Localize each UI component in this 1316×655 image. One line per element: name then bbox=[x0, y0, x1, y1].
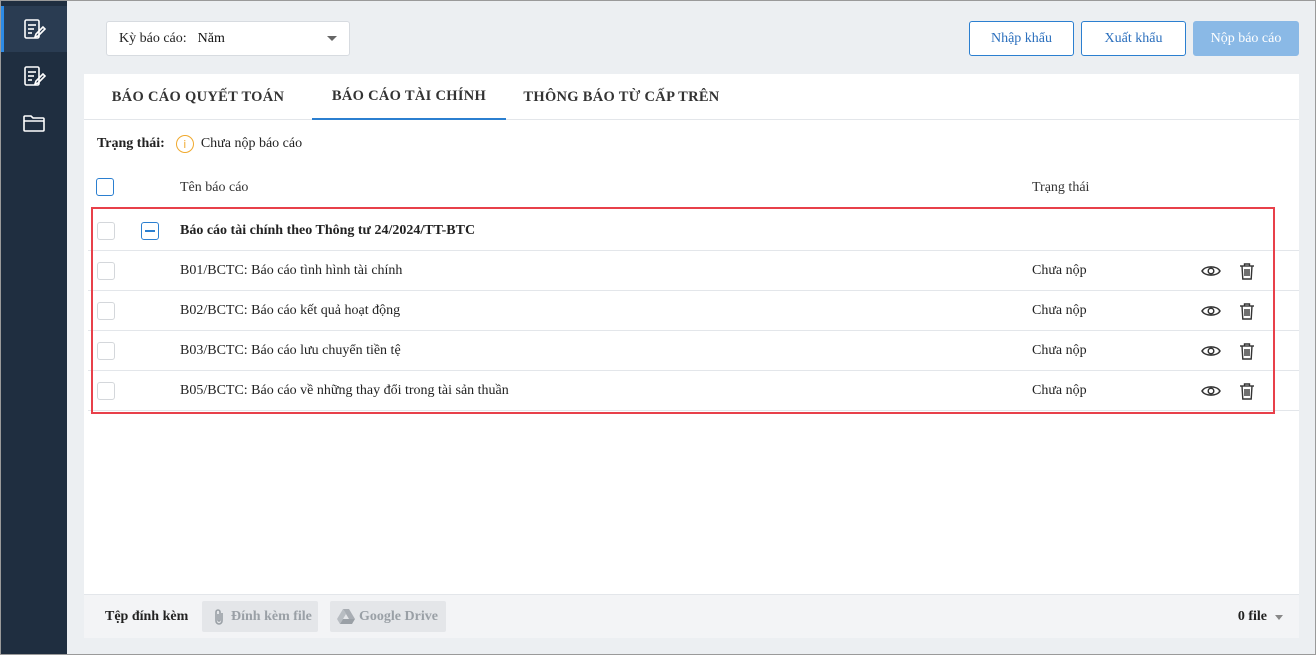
report-name: B02/BCTC: Báo cáo kết quả hoạt động bbox=[180, 303, 401, 318]
eye-icon[interactable] bbox=[1200, 341, 1222, 361]
status-summary: Trạng thái: i Chưa nộp báo cáo bbox=[97, 134, 302, 154]
column-header-name: Tên báo cáo bbox=[180, 180, 249, 195]
tab-settlement-reports[interactable]: BÁO CÁO QUYẾT TOÁN bbox=[93, 74, 303, 120]
google-drive-icon bbox=[337, 608, 355, 624]
report-status: Chưa nộp bbox=[1032, 343, 1087, 358]
collapse-group-button[interactable] bbox=[141, 222, 159, 240]
attachment-bar: Tệp đính kèm Đính kèm file Google Drive … bbox=[84, 594, 1299, 638]
google-drive-label: Google Drive bbox=[359, 608, 438, 624]
toolbar: Kỳ báo cáo: Năm Nhập khẩu Xuất khẩu Nộp … bbox=[67, 0, 1316, 74]
file-count-dropdown[interactable]: 0 file bbox=[1238, 595, 1283, 639]
row-checkbox[interactable] bbox=[97, 262, 115, 280]
status-value: Chưa nộp báo cáo bbox=[200, 136, 303, 151]
period-select[interactable]: Kỳ báo cáo: Năm bbox=[106, 21, 350, 56]
report-name: B05/BCTC: Báo cáo về những thay đổi tron… bbox=[180, 383, 509, 398]
sidebar-item-documents[interactable] bbox=[0, 53, 67, 99]
import-button[interactable]: Nhập khẩu bbox=[969, 21, 1074, 56]
trash-icon[interactable] bbox=[1237, 340, 1257, 362]
group-checkbox[interactable] bbox=[97, 222, 115, 240]
eye-icon[interactable] bbox=[1200, 301, 1222, 321]
group-name: Báo cáo tài chính theo Thông tư 24/2024/… bbox=[180, 223, 476, 238]
file-count: 0 file bbox=[1237, 609, 1267, 624]
attach-file-button[interactable]: Đính kèm file bbox=[202, 601, 318, 632]
folder-icon bbox=[22, 115, 45, 132]
status-label: Trạng thái: bbox=[97, 136, 165, 151]
report-status: Chưa nộp bbox=[1032, 383, 1087, 398]
tab-notices-from-above[interactable]: THÔNG BÁO TỪ CẤP TRÊN bbox=[516, 74, 727, 120]
google-drive-button[interactable]: Google Drive bbox=[330, 601, 446, 632]
table-group-row: Báo cáo tài chính theo Thông tư 24/2024/… bbox=[88, 211, 1299, 251]
trash-icon[interactable] bbox=[1237, 380, 1257, 402]
column-header-status: Trạng thái bbox=[1032, 180, 1090, 195]
period-label: Kỳ báo cáo: bbox=[119, 30, 187, 46]
attachment-label: Tệp đính kèm bbox=[105, 609, 189, 624]
table-row: B01/BCTC: Báo cáo tình hình tài chính Ch… bbox=[88, 251, 1299, 291]
report-edit-icon bbox=[23, 19, 46, 39]
paperclip-icon bbox=[215, 608, 223, 625]
export-button[interactable]: Xuất khẩu bbox=[1081, 21, 1186, 56]
report-status: Chưa nộp bbox=[1032, 303, 1087, 318]
attach-file-label: Đính kèm file bbox=[231, 608, 312, 624]
eye-icon[interactable] bbox=[1200, 261, 1222, 281]
table-row: B03/BCTC: Báo cáo lưu chuyển tiền tệ Chư… bbox=[88, 331, 1299, 371]
report-name: B01/BCTC: Báo cáo tình hình tài chính bbox=[180, 263, 403, 278]
trash-icon[interactable] bbox=[1237, 300, 1257, 322]
main-area: Kỳ báo cáo: Năm Nhập khẩu Xuất khẩu Nộp … bbox=[67, 0, 1316, 655]
report-name: B03/BCTC: Báo cáo lưu chuyển tiền tệ bbox=[180, 343, 401, 358]
table-row: B02/BCTC: Báo cáo kết quả hoạt động Chưa… bbox=[88, 291, 1299, 331]
sidebar-item-folders[interactable] bbox=[0, 100, 67, 146]
report-status: Chưa nộp bbox=[1032, 263, 1087, 278]
row-checkbox[interactable] bbox=[97, 382, 115, 400]
table-row: B05/BCTC: Báo cáo về những thay đổi tron… bbox=[88, 371, 1299, 411]
select-all-checkbox[interactable] bbox=[96, 178, 114, 196]
period-value: Năm bbox=[197, 30, 225, 46]
sidebar-item-reports[interactable] bbox=[0, 6, 67, 52]
row-checkbox[interactable] bbox=[97, 302, 115, 320]
tab-bar: BÁO CÁO QUYẾT TOÁN BÁO CÁO TÀI CHÍNH THÔ… bbox=[84, 74, 1299, 120]
chevron-down-icon bbox=[1275, 614, 1283, 620]
trash-icon[interactable] bbox=[1237, 260, 1257, 282]
minus-icon bbox=[145, 230, 155, 232]
chevron-down-icon bbox=[327, 36, 337, 41]
info-icon: i bbox=[175, 135, 194, 153]
row-checkbox[interactable] bbox=[97, 342, 115, 360]
tab-financial-reports[interactable]: BÁO CÁO TÀI CHÍNH bbox=[312, 74, 506, 120]
report-panel: BÁO CÁO QUYẾT TOÁN BÁO CÁO TÀI CHÍNH THÔ… bbox=[84, 74, 1299, 638]
document-edit-icon bbox=[23, 66, 46, 86]
submit-report-button[interactable]: Nộp báo cáo bbox=[1193, 21, 1299, 56]
eye-icon[interactable] bbox=[1200, 381, 1222, 401]
sidebar bbox=[0, 0, 67, 655]
